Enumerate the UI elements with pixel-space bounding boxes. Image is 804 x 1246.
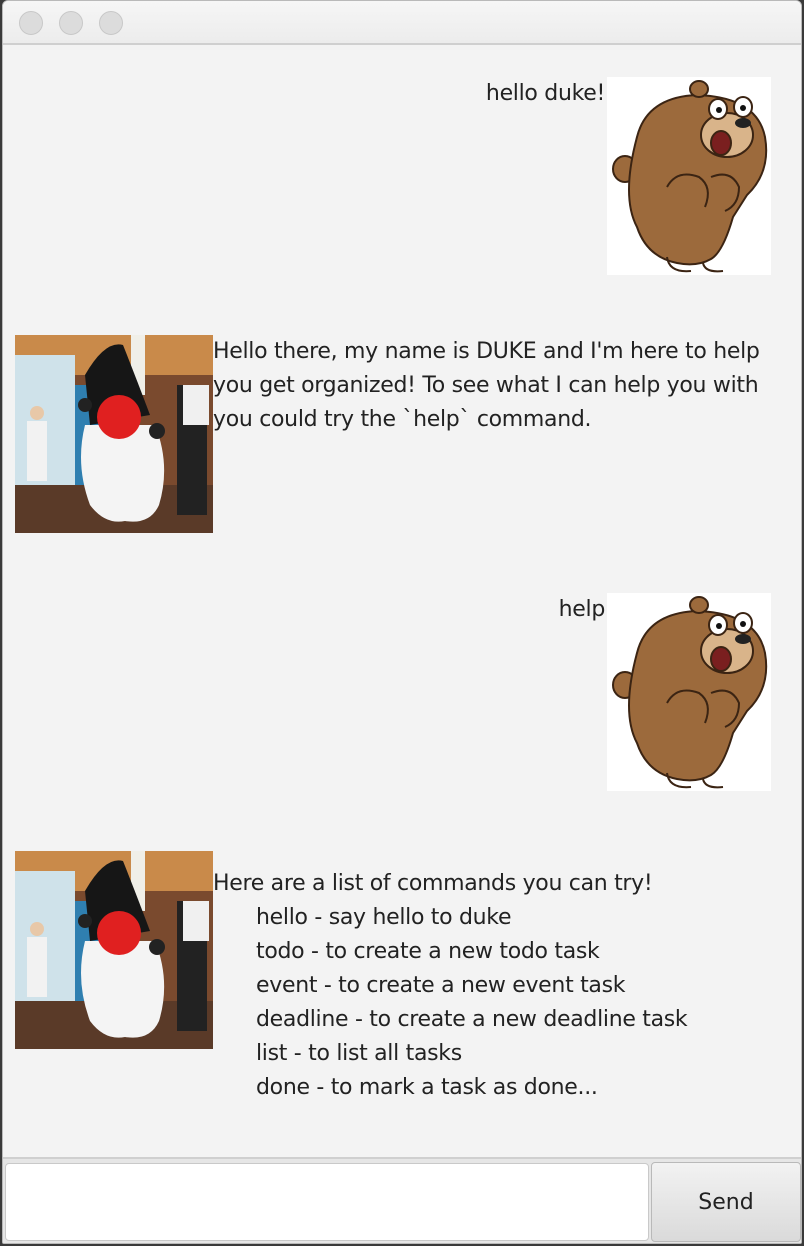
chat-scroll-area[interactable]: hello duke! Hello there, my name is DUKE…	[3, 45, 801, 1157]
command-item: hello - say hello to duke	[256, 905, 512, 930]
zoom-window-button[interactable]	[99, 11, 123, 35]
duke-mascot-avatar-icon	[15, 851, 213, 1049]
duke-message-intro: Here are a list of commands you can try!	[213, 871, 653, 896]
duke-message-line: Hello there, my name is DUKE and I'm her…	[213, 339, 760, 364]
duke-message-line: you could try the `help` command.	[213, 407, 592, 432]
duke-message: Here are a list of commands you can try!…	[213, 867, 688, 1105]
duke-message-line: you get organized! To see what I can hel…	[213, 373, 759, 398]
command-item: list - to list all tasks	[256, 1041, 462, 1066]
bear-avatar-icon	[607, 593, 771, 791]
minimize-window-button[interactable]	[59, 11, 83, 35]
command-item: todo - to create a new todo task	[256, 939, 600, 964]
message-input[interactable]	[5, 1163, 649, 1241]
user-message-text: hello duke!	[485, 81, 605, 106]
bear-avatar-icon	[607, 77, 771, 275]
duke-message: Hello there, my name is DUKE and I'm her…	[213, 335, 760, 437]
command-item: event - to create a new event task	[256, 973, 626, 998]
command-item: deadline - to create a new deadline task	[256, 1007, 688, 1032]
app-window: hello duke! Hello there, my name is DUKE…	[2, 0, 802, 1244]
command-item: done - to mark a task as done...	[256, 1075, 598, 1100]
close-window-button[interactable]	[19, 11, 43, 35]
user-message-text: help	[558, 597, 606, 622]
input-bar: Send	[3, 1157, 801, 1243]
command-list: hello - say hello to duke todo - to crea…	[213, 901, 688, 1105]
title-bar	[3, 1, 801, 45]
duke-mascot-avatar-icon	[15, 335, 213, 533]
send-button[interactable]: Send	[651, 1162, 801, 1242]
